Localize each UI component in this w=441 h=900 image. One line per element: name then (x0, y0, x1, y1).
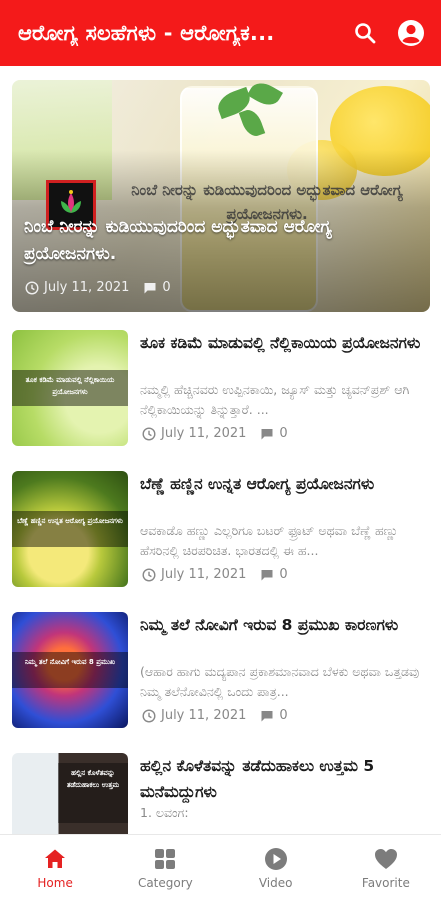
post-meta: July 11, 2021 0 (142, 708, 288, 723)
featured-post-comments: 0 (162, 280, 171, 295)
post-comments: 0 (279, 708, 288, 723)
search-icon (355, 23, 376, 44)
thumbnail-caption: ಹಲ್ಲಿನ ಕೊಳೆತವನ್ನು ತಡೆದುಹಾಕಲು ಉತ್ತಮ (58, 763, 128, 823)
post-date: July 11, 2021 (161, 567, 247, 582)
post-comments: 0 (279, 426, 288, 441)
featured-post-title[interactable]: ನಿಂಬೆ ನೀರನ್ನು ಕುಡಿಯುವುದರಿಂದ ಅದ್ಭುತವಾದ ಆರ… (24, 214, 419, 268)
comment-icon (260, 568, 274, 582)
post-thumbnail: ತೂಕ ಕಡಿಮೆ ಮಾಡುವಲ್ಲಿ ನೆಲ್ಲಿಕಾಯಿಯ ಪ್ರಯೋಜನಗ… (12, 330, 128, 446)
post-comments: 0 (279, 567, 288, 582)
post-meta: July 11, 2021 0 (142, 426, 288, 441)
search-button[interactable] (347, 15, 383, 51)
home-icon (42, 846, 68, 872)
featured-post-date: July 11, 2021 (44, 280, 130, 295)
list-item[interactable]: ತೂಕ ಕಡಿಮೆ ಮಾಡುವಲ್ಲಿ ನೆಲ್ಲಿಕಾಯಿಯ ಪ್ರಯೋಜನಗ… (0, 318, 441, 458)
nav-home[interactable]: Home (0, 835, 110, 900)
comment-icon (260, 709, 274, 723)
category-icon (152, 846, 178, 872)
nav-video[interactable]: Video (221, 835, 331, 900)
nav-home-label: Home (37, 875, 73, 890)
post-excerpt: (ಆಹಾರ ಹಾಗು ಮದ್ಯಪಾನ ಪ್ರಕಾಶಮಾನವಾದ ಬೆಳಕು ಅಥ… (140, 664, 420, 699)
nav-category[interactable]: Category (110, 835, 220, 900)
nav-video-label: Video (258, 875, 293, 890)
featured-post-meta: July 11, 2021 0 (25, 280, 171, 295)
nav-favorite-label: Favorite (361, 875, 410, 890)
clock-icon (142, 567, 156, 582)
nav-category-label: Category (137, 875, 193, 890)
post-thumbnail: ನಿಮ್ಮ ತಲೆ ನೋವಿಗೆ ಇರುವ 8 ಪ್ರಮುಖ (12, 612, 128, 728)
post-date: July 11, 2021 (161, 708, 247, 723)
list-item[interactable]: ನಿಮ್ಮ ತಲೆ ನೋವಿಗೆ ಇರುವ 8 ಪ್ರಮುಖ ನಿಮ್ಮ ತಲೆ… (0, 600, 441, 740)
post-excerpt: ನಮ್ಮಲ್ಲಿ ಹೆಚ್ಚಿನವರು ಉಪ್ಪಿನಕಾಯಿ, ಜ್ಯೂಸ್ ಮ… (140, 382, 410, 417)
app-title: ಆರೋಗ್ಯ ಸಲಹೆಗಳು - ಆರೋಗ್ಯಕ... (18, 20, 275, 45)
post-title[interactable]: ತೂಕ ಕಡಿಮೆ ಮಾಡುವಲ್ಲಿ ನೆಲ್ಲಿಕಾಯಿಯ ಪ್ರಯೋಜನಗ… (140, 330, 430, 356)
nav-favorite[interactable]: Favorite (331, 835, 441, 900)
featured-post-card[interactable]: ನಿಂಬೆ ನೀರನ್ನು ಕುಡಿಯುವುದರಿಂದ ಅದ್ಭುತವಾದ ಆರ… (12, 80, 430, 312)
post-meta: July 11, 2021 0 (142, 567, 288, 582)
account-circle-icon (398, 20, 424, 46)
post-title[interactable]: ಹಲ್ಲಿನ ಕೊಳೆತವನ್ನು ತಡೆದುಹಾಕಲು ಉತ್ತಮ 5 ಮನೆ… (140, 753, 430, 805)
thumbnail-caption: ನಿಮ್ಮ ತಲೆ ನೋವಿಗೆ ಇರುವ 8 ಪ್ರಮುಖ (12, 652, 128, 688)
account-button[interactable] (393, 15, 429, 51)
comment-icon (260, 427, 274, 441)
post-date: July 11, 2021 (161, 426, 247, 441)
post-title[interactable]: ಬೆಣ್ಣೆ ಹಣ್ಣಿನ ಉನ್ನತ ಆರೋಗ್ಯ ಪ್ರಯೋಜನಗಳು (140, 471, 430, 497)
post-title[interactable]: ನಿಮ್ಮ ತಲೆ ನೋವಿಗೆ ಇರುವ 8 ಪ್ರಮುಖ ಕಾರಣಗಳು (140, 612, 430, 638)
post-thumbnail: ಬೆಣ್ಣೆ ಹಣ್ಣಿನ ಉನ್ನತ ಆರೋಗ್ಯ ಪ್ರಯೋಜನಗಳು (12, 471, 128, 587)
post-excerpt: ಆವಕಾಡೊ ಹಣ್ಣು ಎಲ್ಲರಿಗೂ ಬಟರ್ ಫ್ರೂಟ್ ಅಥವಾ ಬ… (140, 523, 399, 558)
clock-icon (25, 280, 39, 295)
bottom-navigation: Home Category Video Favorite (0, 834, 441, 900)
thumbnail-caption: ತೂಕ ಕಡಿಮೆ ಮಾಡುವಲ್ಲಿ ನೆಲ್ಲಿಕಾಯಿಯ ಪ್ರಯೋಜನಗ… (12, 370, 128, 406)
comment-icon (143, 281, 157, 295)
list-item[interactable]: ಬೆಣ್ಣೆ ಹಣ್ಣಿನ ಉನ್ನತ ಆರೋಗ್ಯ ಪ್ರಯೋಜನಗಳು ಬೆ… (0, 459, 441, 599)
clock-icon (142, 426, 156, 441)
thumbnail-caption: ಬೆಣ್ಣೆ ಹಣ್ಣಿನ ಉನ್ನತ ಆರೋಗ್ಯ ಪ್ರಯೋಜನಗಳು (12, 511, 128, 547)
app-bar: ಆರೋಗ್ಯ ಸಲಹೆಗಳು - ಆರೋಗ್ಯಕ... (0, 0, 441, 66)
heart-icon (373, 846, 399, 872)
play-circle-icon (263, 846, 289, 872)
clock-icon (142, 708, 156, 723)
